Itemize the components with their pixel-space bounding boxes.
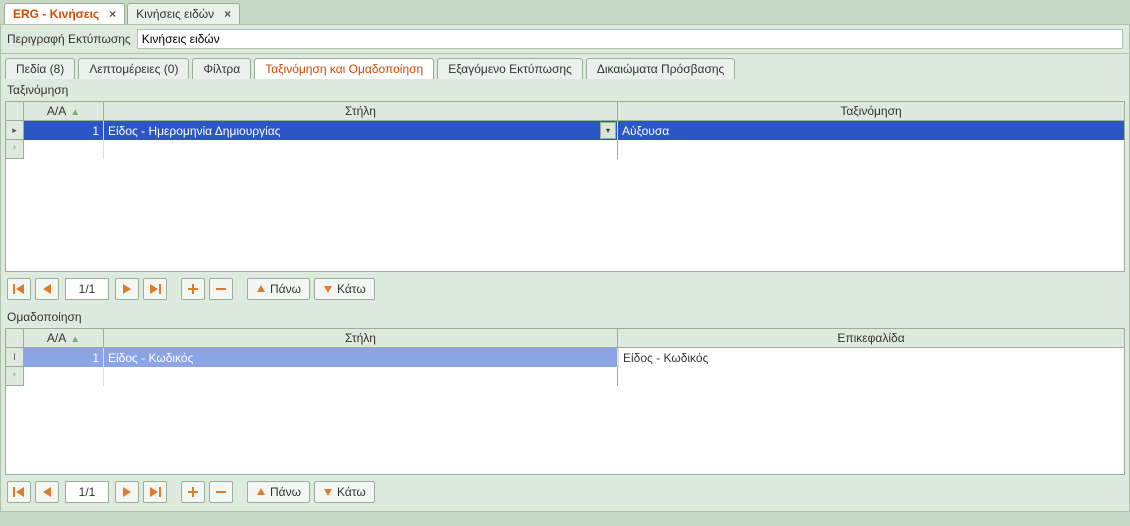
group-grid-header: Α/Α▲ Στήλη Επικεφαλίδα <box>6 329 1124 348</box>
new-row-icon: * <box>6 367 24 386</box>
new-row-icon: * <box>6 140 24 159</box>
page-tab-kiniseis[interactable]: Κινήσεις ειδών × <box>127 3 240 24</box>
panel-sort-group: Ταξινόμηση Α/Α▲ Στήλη Ταξινόμηση ▸ 1 Είδ… <box>0 79 1130 512</box>
sort-toolbar: 1/1 Πάνω Κάτω <box>5 272 1125 302</box>
page-tab-erg[interactable]: ERG - Κινήσεις × <box>4 3 125 24</box>
tab-fields[interactable]: Πεδία (8) <box>5 58 75 79</box>
header-stili[interactable]: Στήλη <box>104 329 618 347</box>
row-indicator-edit-icon: I <box>6 348 24 367</box>
page-tab-label: ERG - Κινήσεις <box>13 7 99 21</box>
header-indicator <box>6 102 24 120</box>
tab-sort-group[interactable]: Ταξινόμηση και Ομαδοποίηση <box>254 58 434 79</box>
page-indicator: 1/1 <box>65 278 109 300</box>
move-up-button[interactable]: Πάνω <box>247 278 310 300</box>
move-up-button[interactable]: Πάνω <box>247 481 310 503</box>
sort-asc-icon: ▲ <box>70 334 80 345</box>
cell-epikef[interactable]: Είδος - Κωδικός <box>618 348 1124 367</box>
header-taxi[interactable]: Ταξινόμηση <box>618 102 1124 120</box>
remove-button[interactable] <box>209 481 233 503</box>
tab-filters[interactable]: Φίλτρα <box>192 58 251 79</box>
group-toolbar: 1/1 Πάνω Κάτω <box>5 475 1125 505</box>
prev-page-button[interactable] <box>35 481 59 503</box>
table-row-new[interactable]: * <box>6 140 1124 159</box>
dropdown-button[interactable]: ▾ <box>600 122 616 139</box>
header-indicator <box>6 329 24 347</box>
sort-grid-body: ▸ 1 Είδος - Ημερομηνία Δημιουργίας ▾ Αύξ… <box>6 121 1124 271</box>
sort-asc-icon: ▲ <box>70 107 80 118</box>
page-tab-label: Κινήσεις ειδών <box>136 7 214 21</box>
last-page-button[interactable] <box>143 278 167 300</box>
cell-aa: 1 <box>24 121 104 140</box>
group-grid-body: I 1 Είδος - Κωδικός Είδος - Κωδικός * <box>6 348 1124 474</box>
section-title-group: Ομαδοποίηση <box>5 308 1125 328</box>
header-aa[interactable]: Α/Α▲ <box>24 102 104 120</box>
inner-tabs: Πεδία (8) Λεπτομέρειες (0) Φίλτρα Ταξινό… <box>0 54 1130 79</box>
next-page-button[interactable] <box>115 481 139 503</box>
add-button[interactable] <box>181 278 205 300</box>
close-icon[interactable]: × <box>224 7 231 21</box>
move-down-button[interactable]: Κάτω <box>314 278 375 300</box>
section-title-sort: Ταξινόμηση <box>5 81 1125 101</box>
header-stili[interactable]: Στήλη <box>104 102 618 120</box>
description-input[interactable] <box>137 29 1123 49</box>
row-indicator-icon: ▸ <box>6 121 24 140</box>
group-grid: Α/Α▲ Στήλη Επικεφαλίδα I 1 Είδος - Κωδικ… <box>5 328 1125 475</box>
remove-button[interactable] <box>209 278 233 300</box>
first-page-button[interactable] <box>7 278 31 300</box>
page-indicator: 1/1 <box>65 481 109 503</box>
add-button[interactable] <box>181 481 205 503</box>
move-down-button[interactable]: Κάτω <box>314 481 375 503</box>
header-epikef[interactable]: Επικεφαλίδα <box>618 329 1124 347</box>
table-row-new[interactable]: * <box>6 367 1124 386</box>
tab-export[interactable]: Εξαγόμενο Εκτύπωσης <box>437 58 583 79</box>
first-page-button[interactable] <box>7 481 31 503</box>
close-icon[interactable]: × <box>109 7 116 21</box>
table-row[interactable]: ▸ 1 Είδος - Ημερομηνία Δημιουργίας ▾ Αύξ… <box>6 121 1124 140</box>
tab-permissions[interactable]: Δικαιώματα Πρόσβασης <box>586 58 735 79</box>
cell-stili[interactable]: Είδος - Κωδικός <box>104 348 618 367</box>
page-tabs: ERG - Κινήσεις × Κινήσεις ειδών × <box>0 0 1130 24</box>
header-aa[interactable]: Α/Α▲ <box>24 329 104 347</box>
last-page-button[interactable] <box>143 481 167 503</box>
next-page-button[interactable] <box>115 278 139 300</box>
sort-grid: Α/Α▲ Στήλη Ταξινόμηση ▸ 1 Είδος - Ημερομ… <box>5 101 1125 272</box>
prev-page-button[interactable] <box>35 278 59 300</box>
table-row[interactable]: I 1 Είδος - Κωδικός Είδος - Κωδικός <box>6 348 1124 367</box>
cell-aa: 1 <box>24 348 104 367</box>
cell-taxi[interactable]: Αύξουσα <box>618 121 1124 140</box>
description-row: Περιγραφή Εκτύπωσης <box>0 24 1130 54</box>
description-label: Περιγραφή Εκτύπωσης <box>7 32 131 46</box>
sort-grid-header: Α/Α▲ Στήλη Ταξινόμηση <box>6 102 1124 121</box>
tab-details[interactable]: Λεπτομέρειες (0) <box>78 58 189 79</box>
cell-stili[interactable]: Είδος - Ημερομηνία Δημιουργίας ▾ <box>104 121 618 140</box>
